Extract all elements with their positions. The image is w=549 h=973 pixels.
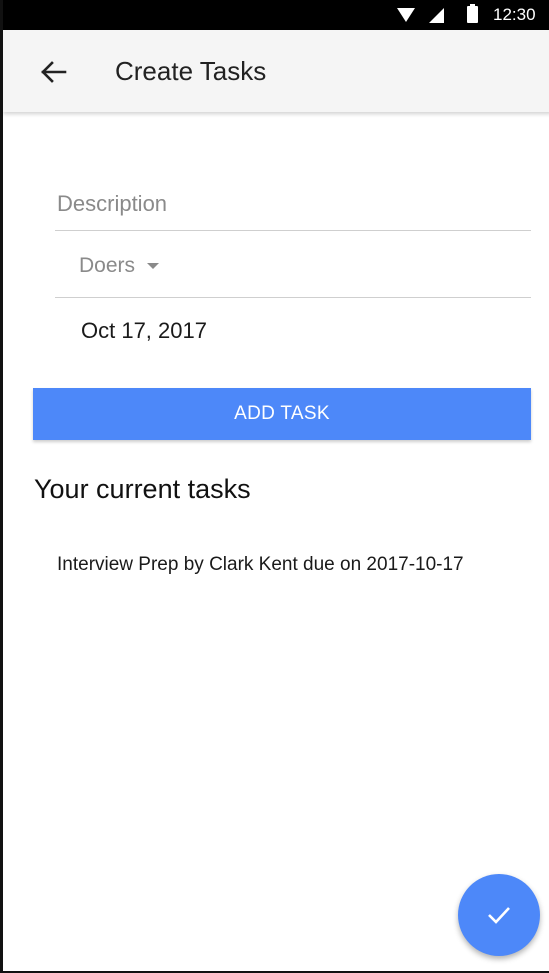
wifi-icon bbox=[397, 8, 415, 22]
doers-dropdown[interactable]: Doers bbox=[55, 231, 531, 298]
back-button[interactable] bbox=[31, 50, 75, 94]
confirm-fab[interactable] bbox=[458, 874, 540, 956]
task-list-item[interactable]: Interview Prep by Clark Kent due on 2017… bbox=[57, 554, 464, 576]
doers-label: Doers bbox=[79, 254, 136, 277]
dropdown-arrow-icon bbox=[147, 263, 159, 269]
add-task-button[interactable]: ADD TASK bbox=[33, 388, 531, 440]
status-time: 12:30 bbox=[493, 5, 536, 24]
current-tasks-heading: Your current tasks bbox=[34, 474, 251, 504]
status-bar: 12:30 bbox=[3, 0, 549, 30]
check-icon bbox=[488, 907, 510, 924]
signal-icon bbox=[429, 8, 444, 23]
page-title: Create Tasks bbox=[115, 56, 267, 86]
app-bar: Create Tasks bbox=[3, 30, 549, 112]
battery-icon bbox=[467, 4, 478, 23]
description-field bbox=[55, 178, 531, 231]
description-input[interactable] bbox=[55, 178, 531, 230]
app-screen: 12:30 Create Tasks Doers Oct 17, 2017 AD… bbox=[0, 0, 549, 973]
arrow-back-icon bbox=[41, 61, 67, 83]
due-date-picker[interactable]: Oct 17, 2017 bbox=[81, 318, 207, 344]
